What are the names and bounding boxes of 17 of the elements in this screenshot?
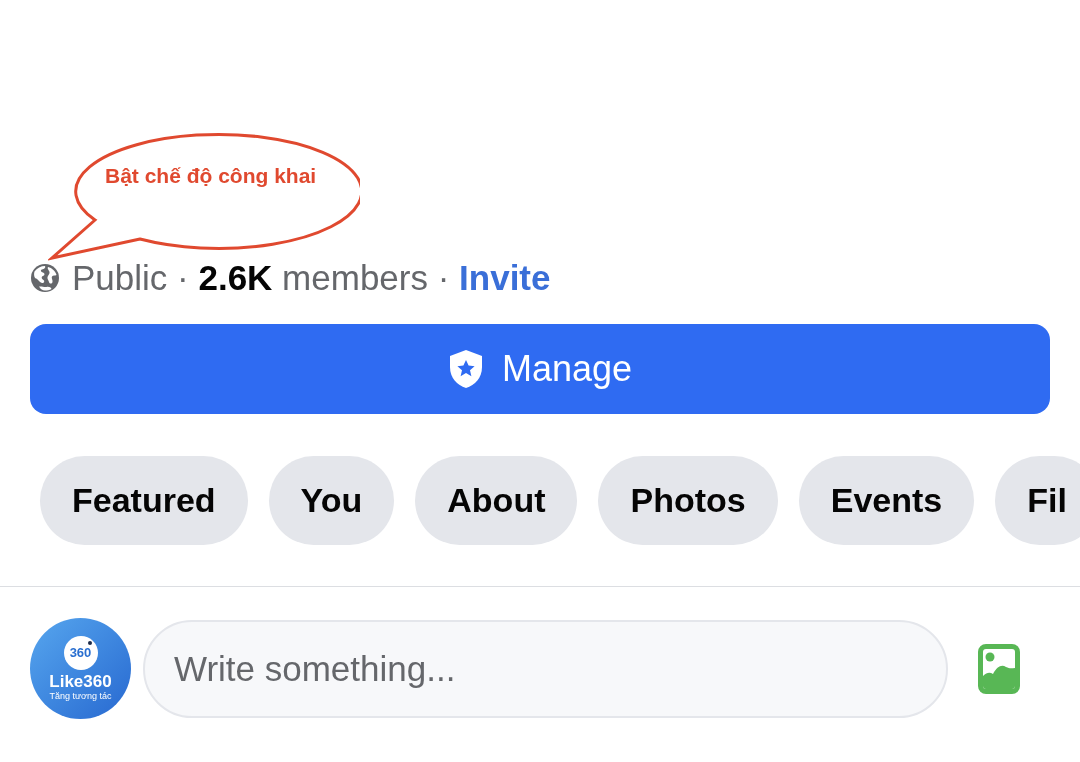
- tab[interactable]: Fil: [995, 456, 1080, 545]
- manage-button[interactable]: Manage: [30, 324, 1050, 414]
- callout-text: Bật chế độ công khai: [105, 163, 317, 189]
- post-input[interactable]: Write something...: [143, 619, 948, 718]
- shield-star-icon: [447, 349, 484, 389]
- tab[interactable]: Featured: [40, 456, 248, 545]
- globe-icon: [30, 263, 60, 293]
- logo-mark: 360: [63, 635, 98, 670]
- photo-icon[interactable]: [978, 643, 1020, 694]
- tab[interactable]: Events: [798, 456, 975, 545]
- logo-tagline: Tăng tương tác: [49, 690, 112, 702]
- group-info-text: Public · 2.6K members · Invite: [72, 258, 551, 298]
- tab[interactable]: You: [268, 456, 395, 545]
- tab[interactable]: Photos: [598, 456, 778, 545]
- tab[interactable]: About: [415, 456, 578, 545]
- logo-title: Like360: [49, 671, 112, 691]
- invite-link[interactable]: Invite: [459, 258, 551, 297]
